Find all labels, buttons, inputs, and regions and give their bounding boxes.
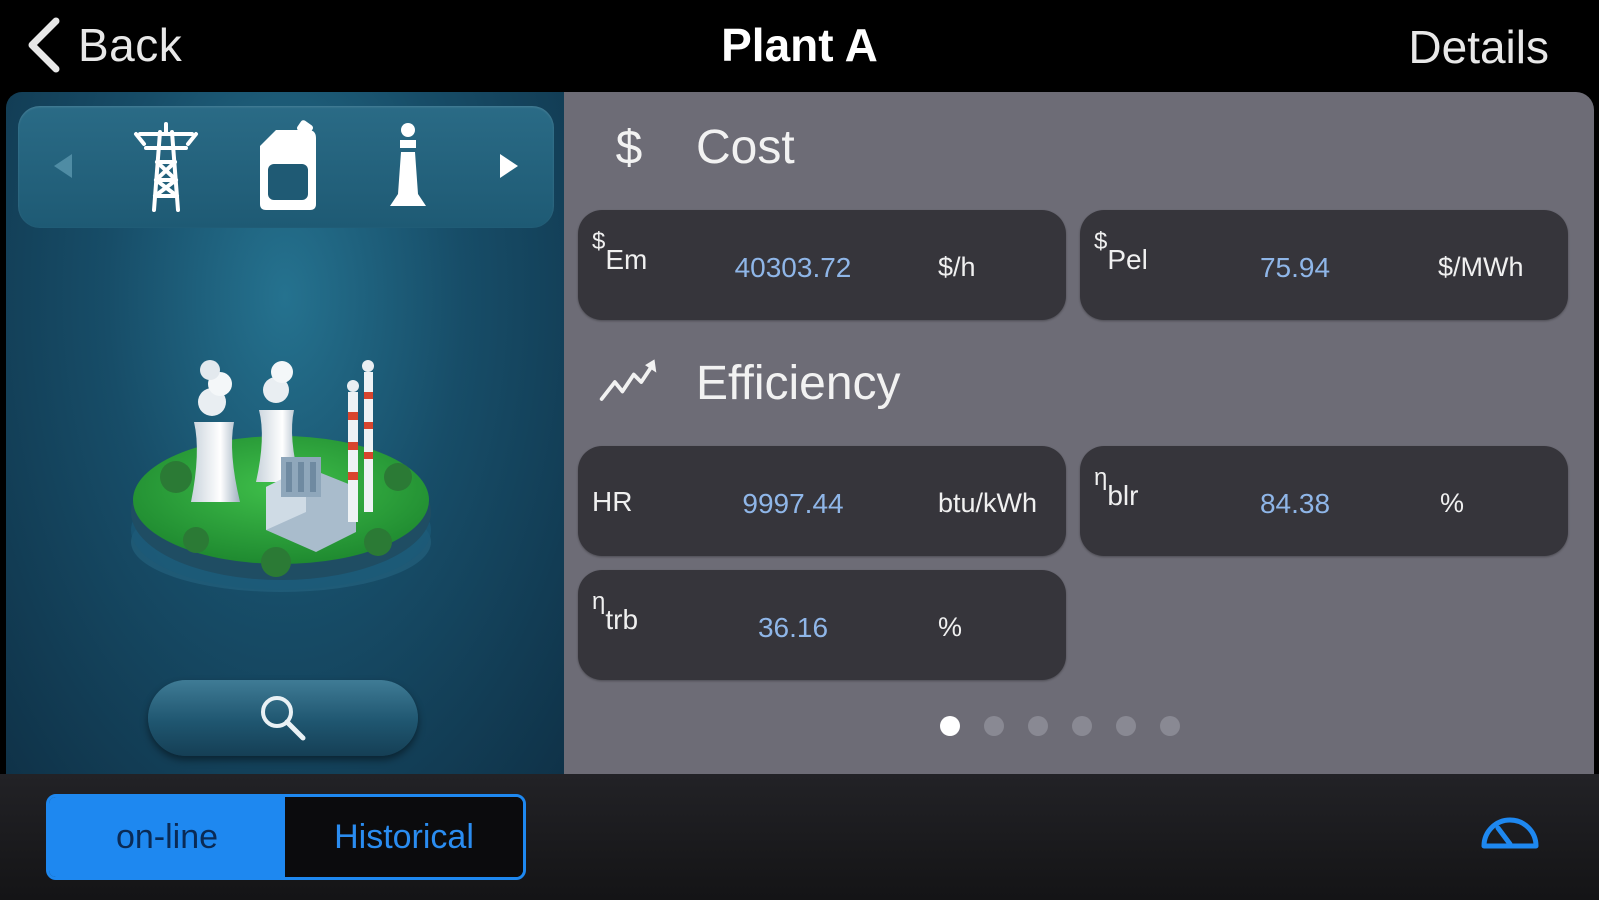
historical-tab[interactable]: Historical [285, 797, 523, 877]
metric-label: $Pel [1094, 228, 1148, 275]
carousel-right-arrow-icon[interactable] [494, 146, 524, 186]
mode-segmented-control: on-line Historical [46, 794, 526, 880]
cost-pel-card: $Pel 75.94 $/MWh [1080, 210, 1568, 320]
page-indicator [940, 716, 1204, 736]
metric-label: HR [592, 486, 633, 517]
efficiency-hr-card: HR 9997.44 btu/kWh [578, 446, 1066, 556]
metric-unit: $/MWh [1438, 252, 1524, 282]
metric-value: 9997.44 [742, 488, 844, 519]
metric-subscript: trb [605, 604, 639, 635]
back-button[interactable]: Back [24, 14, 182, 76]
page-dot[interactable] [1028, 716, 1048, 736]
plant-overview-panel [6, 92, 564, 774]
metric-prefix: $ [592, 228, 606, 255]
page-dot[interactable] [984, 716, 1004, 736]
metric-subscript: Em [605, 244, 648, 275]
dollar-icon: $ [616, 121, 643, 174]
metric-label: ηtrb [592, 588, 638, 635]
fuel-canister-icon[interactable] [246, 118, 326, 218]
metric-prefix: $ [1094, 228, 1108, 255]
metric-unit: $/h [938, 252, 976, 282]
power-plant-illustration [131, 360, 431, 592]
metric-value: 84.38 [1259, 488, 1331, 519]
metric-subscript: blr [1107, 480, 1139, 511]
metric-unit: % [938, 612, 963, 642]
search-icon [261, 696, 306, 741]
metric-prefix: η [1094, 464, 1108, 491]
chevron-left-icon [28, 17, 60, 73]
metric-unit: % [1440, 488, 1465, 518]
efficiency-section-header: Efficiency [594, 348, 901, 418]
navigation-bar: Back Plant A Details [0, 0, 1599, 90]
efficiency-blr-card: ηblr 84.38 % [1080, 446, 1568, 556]
metric-value: 75.94 [1259, 252, 1331, 283]
bottom-toolbar: on-line Historical [0, 774, 1599, 900]
details-button[interactable]: Details [1408, 20, 1549, 74]
page-title: Plant A [721, 19, 878, 71]
chimney-info-icon[interactable] [368, 118, 448, 218]
metrics-panel: $ Cost $Em 40303.72 $/h $Pel 75.94 $/MWh… [564, 92, 1594, 774]
cost-section-header: $ Cost [594, 112, 795, 182]
back-label: Back [78, 19, 183, 71]
efficiency-trb-card: ηtrb 36.16 % [578, 570, 1066, 680]
page-dot[interactable] [940, 716, 960, 736]
metric-value: 36.16 [757, 612, 829, 643]
page-dot[interactable] [1116, 716, 1136, 736]
carousel-left-arrow-icon[interactable] [48, 146, 78, 186]
metric-value: 40303.72 [734, 252, 852, 283]
gauge-icon[interactable] [1478, 806, 1542, 854]
search-button[interactable] [148, 680, 418, 756]
transmission-tower-icon[interactable] [126, 118, 206, 218]
efficiency-title: Efficiency [696, 356, 901, 410]
metric-prefix: η [592, 588, 606, 615]
metric-subscript: Pel [1107, 244, 1148, 275]
cost-title: Cost [696, 120, 795, 174]
page-dot[interactable] [1160, 716, 1180, 736]
svg-text:$: $ [616, 121, 643, 174]
metric-label: ηblr [1094, 464, 1138, 511]
trend-up-icon [599, 359, 657, 401]
page-dot[interactable] [1072, 716, 1092, 736]
metric-unit: btu/kWh [938, 488, 1038, 518]
cost-em-card: $Em 40303.72 $/h [578, 210, 1066, 320]
online-tab[interactable]: on-line [49, 797, 285, 877]
metric-label: $Em [592, 228, 647, 275]
unit-carousel [18, 106, 554, 228]
